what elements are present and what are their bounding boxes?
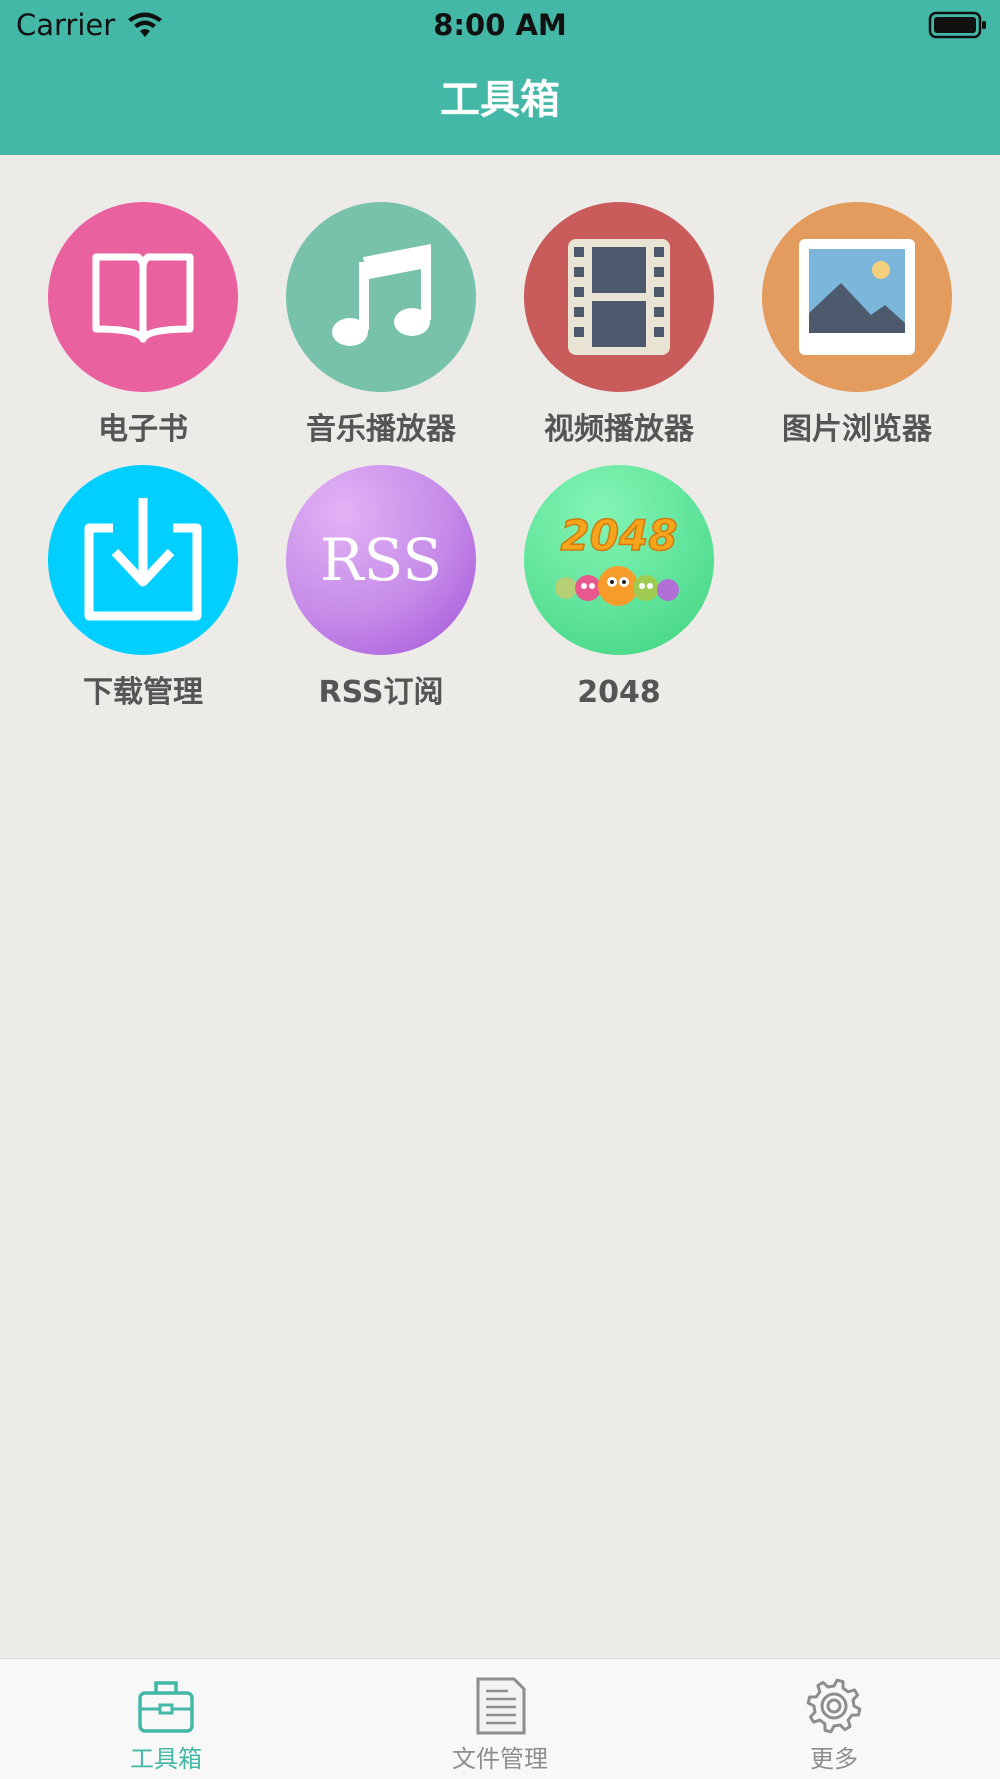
tool-label: 图片浏览器 <box>782 412 932 447</box>
game-2048-icon: 2048 <box>524 465 714 655</box>
status-time: 8:00 AM <box>433 8 567 42</box>
document-icon <box>476 1677 526 1735</box>
tool-rss[interactable]: RSS RSS订阅 <box>281 465 481 715</box>
download-icon <box>48 465 238 655</box>
tool-label: 视频播放器 <box>544 412 694 447</box>
gear-icon <box>806 1678 862 1734</box>
tool-grid: 电子书 音乐播放器 视频播放器 图片浏览器 下载管理 RSS RSS订阅 204… <box>0 202 1000 722</box>
tool-music-player[interactable]: 音乐播放器 <box>281 202 481 452</box>
rss-icon: RSS <box>286 465 476 655</box>
tool-2048[interactable]: 2048 2048 <box>519 465 719 715</box>
tab-label: 文件管理 <box>452 1745 548 1773</box>
tool-image-browser[interactable]: 图片浏览器 <box>757 202 957 452</box>
toolbox-icon <box>138 1681 194 1733</box>
tool-label: 下载管理 <box>83 675 203 710</box>
tab-label: 更多 <box>810 1745 858 1773</box>
tool-video-player[interactable]: 视频播放器 <box>519 202 719 452</box>
tab-more[interactable]: 更多 <box>734 1659 934 1779</box>
tool-download-manager[interactable]: 下载管理 <box>43 465 243 715</box>
tab-toolbox[interactable]: 工具箱 <box>66 1659 266 1779</box>
tab-bar: 工具箱 文件管理 更多 <box>0 1658 1000 1779</box>
page-title: 工具箱 <box>440 77 560 123</box>
tool-ebook[interactable]: 电子书 <box>43 202 243 452</box>
book-icon <box>48 202 238 392</box>
tool-label: RSS订阅 <box>318 675 444 710</box>
tab-label: 工具箱 <box>130 1745 202 1773</box>
tool-label: 音乐播放器 <box>306 412 456 447</box>
music-note-icon <box>286 202 476 392</box>
tool-label: 2048 <box>577 675 661 710</box>
tab-file-manager[interactable]: 文件管理 <box>400 1659 600 1779</box>
film-icon <box>524 202 714 392</box>
tool-label: 电子书 <box>98 412 188 447</box>
picture-icon <box>762 202 952 392</box>
header: Carrier 8:00 AM 工具箱 <box>0 0 1000 155</box>
battery-icon <box>928 11 986 39</box>
rss-icon-text: RSS <box>319 526 443 594</box>
svg-text:2048: 2048 <box>561 511 678 560</box>
